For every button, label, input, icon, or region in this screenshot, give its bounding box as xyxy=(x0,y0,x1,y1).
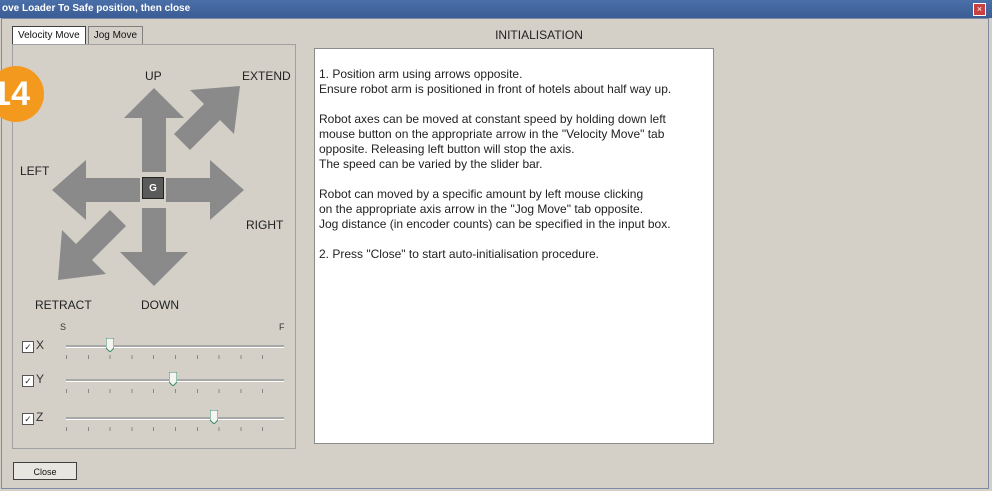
instruction-paragraph: Robot can moved by a specific amount by … xyxy=(319,187,671,231)
slider-row-z: ✓ Z xyxy=(20,410,290,431)
axis-x-slider-thumb[interactable] xyxy=(105,338,114,352)
slow-label: S xyxy=(60,322,67,332)
axis-y-checkbox[interactable]: ✓ xyxy=(22,375,34,387)
left-arrow-icon[interactable] xyxy=(52,160,140,220)
slider-row-y: ✓ Y xyxy=(20,372,290,393)
tab-velocity-move[interactable]: Velocity Move xyxy=(12,26,86,44)
axis-z-ticks xyxy=(66,427,284,431)
fast-label: F xyxy=(279,322,285,332)
go-button[interactable]: G xyxy=(142,177,164,199)
axis-y-ticks xyxy=(66,389,284,393)
axis-x-track[interactable] xyxy=(66,345,284,348)
axis-x-label: X xyxy=(36,338,45,352)
axis-x-ticks xyxy=(66,355,284,359)
up-arrow-icon[interactable] xyxy=(124,88,184,172)
label-extend: EXTEND xyxy=(242,69,291,83)
axis-y-label: Y xyxy=(36,372,45,386)
axis-x-checkbox[interactable]: ✓ xyxy=(22,341,34,353)
label-retract: RETRACT xyxy=(35,298,92,312)
axis-z-label: Z xyxy=(36,410,44,424)
tab-jog-move[interactable]: Jog Move xyxy=(87,26,144,44)
window-title: ove Loader To Safe position, then close xyxy=(2,3,191,14)
label-down: DOWN xyxy=(141,298,179,312)
instruction-paragraph: 1. Position arm using arrows opposite. E… xyxy=(319,67,672,96)
right-arrow-icon[interactable] xyxy=(166,160,244,220)
down-arrow-icon[interactable] xyxy=(120,208,188,286)
move-tabs: Velocity Move Jog Move xyxy=(12,26,144,44)
page-title: INITIALISATION xyxy=(495,28,583,42)
instruction-paragraph: Robot axes can be moved at constant spee… xyxy=(319,112,666,171)
instruction-paragraph: 2. Press "Close" to start auto-initialis… xyxy=(319,247,599,261)
axis-z-slider-thumb[interactable] xyxy=(210,410,219,424)
retract-arrow-icon[interactable] xyxy=(58,210,126,280)
title-bar: ove Loader To Safe position, then close … xyxy=(0,0,992,18)
window-close-icon[interactable]: × xyxy=(973,3,986,16)
label-right: RIGHT xyxy=(246,218,284,232)
slider-row-x: ✓ X xyxy=(20,338,290,359)
axis-z-checkbox[interactable]: ✓ xyxy=(22,413,34,425)
close-button[interactable]: Close xyxy=(13,462,77,480)
axis-z-track[interactable] xyxy=(66,417,284,420)
instructions-panel: 1. Position arm using arrows opposite. E… xyxy=(314,48,714,444)
axis-y-slider-thumb[interactable] xyxy=(168,372,177,386)
